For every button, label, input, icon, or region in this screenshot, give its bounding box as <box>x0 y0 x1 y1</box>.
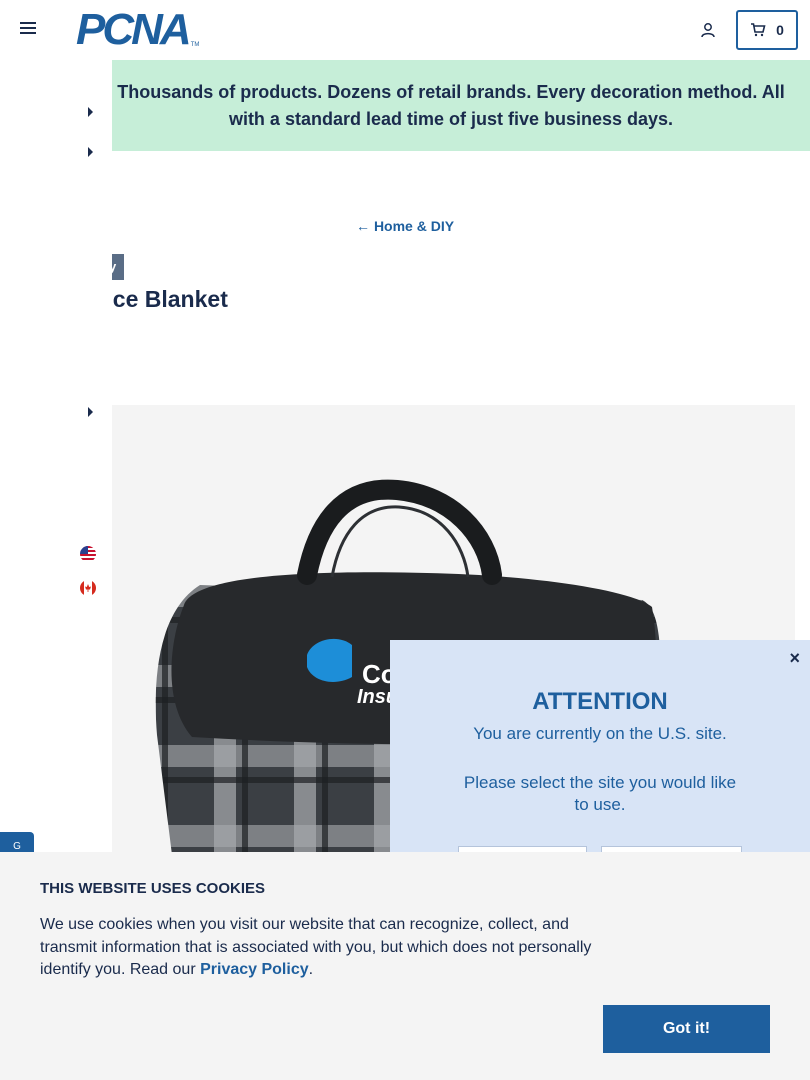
accept-cookies-button[interactable]: Got it! <box>603 1005 770 1053</box>
logo-text: PCNA <box>76 5 192 54</box>
cookie-body-text: We use cookies when you visit our websit… <box>40 916 592 978</box>
caret-right-icon[interactable] <box>88 147 93 157</box>
site-selector-modal: × ATTENTION You are currently on the U.S… <box>390 640 810 886</box>
caret-right-icon[interactable] <box>88 407 93 417</box>
caret-right-icon[interactable] <box>88 107 93 117</box>
cookie-body: We use cookies when you visit our websit… <box>40 914 610 982</box>
account-icon[interactable] <box>700 22 716 38</box>
breadcrumb-label: Home & DIY <box>373 218 455 234</box>
us-flag-icon[interactable] <box>80 546 96 562</box>
site-logo[interactable]: PCNA TM <box>76 5 200 54</box>
menu-icon[interactable] <box>20 22 36 38</box>
cookie-body-period: . <box>308 961 314 978</box>
close-icon[interactable]: × <box>789 648 800 669</box>
cart-button[interactable]: 0 <box>736 10 798 50</box>
arrow-left-icon: ← <box>355 218 370 234</box>
logo-trademark: TM <box>190 42 200 48</box>
canada-flag-icon[interactable] <box>80 580 96 596</box>
cookie-title: THIS WEBSITE USES COOKIES <box>40 880 266 897</box>
side-menu-panel <box>0 60 112 860</box>
site-header: PCNA TM 0 <box>0 0 810 60</box>
cart-icon <box>751 23 766 37</box>
privacy-policy-link[interactable]: Privacy Policy <box>200 961 309 978</box>
cookie-banner: THIS WEBSITE USES COOKIES We use cookies… <box>0 852 810 1080</box>
promo-banner-text: Thousands of products. Dozens of retail … <box>117 81 785 129</box>
modal-title: ATTENTION <box>532 688 668 715</box>
back-to-category-link[interactable]: ← Home & DIY <box>0 218 810 234</box>
modal-current-site-text: You are currently on the U.S. site. <box>473 724 727 743</box>
cart-count: 0 <box>776 22 784 38</box>
modal-instruction-text: Please select the site you would like to… <box>463 773 737 814</box>
promo-banner: Thousands of products. Dozens of retail … <box>112 60 810 151</box>
product-title: ece Blanket <box>100 286 228 312</box>
